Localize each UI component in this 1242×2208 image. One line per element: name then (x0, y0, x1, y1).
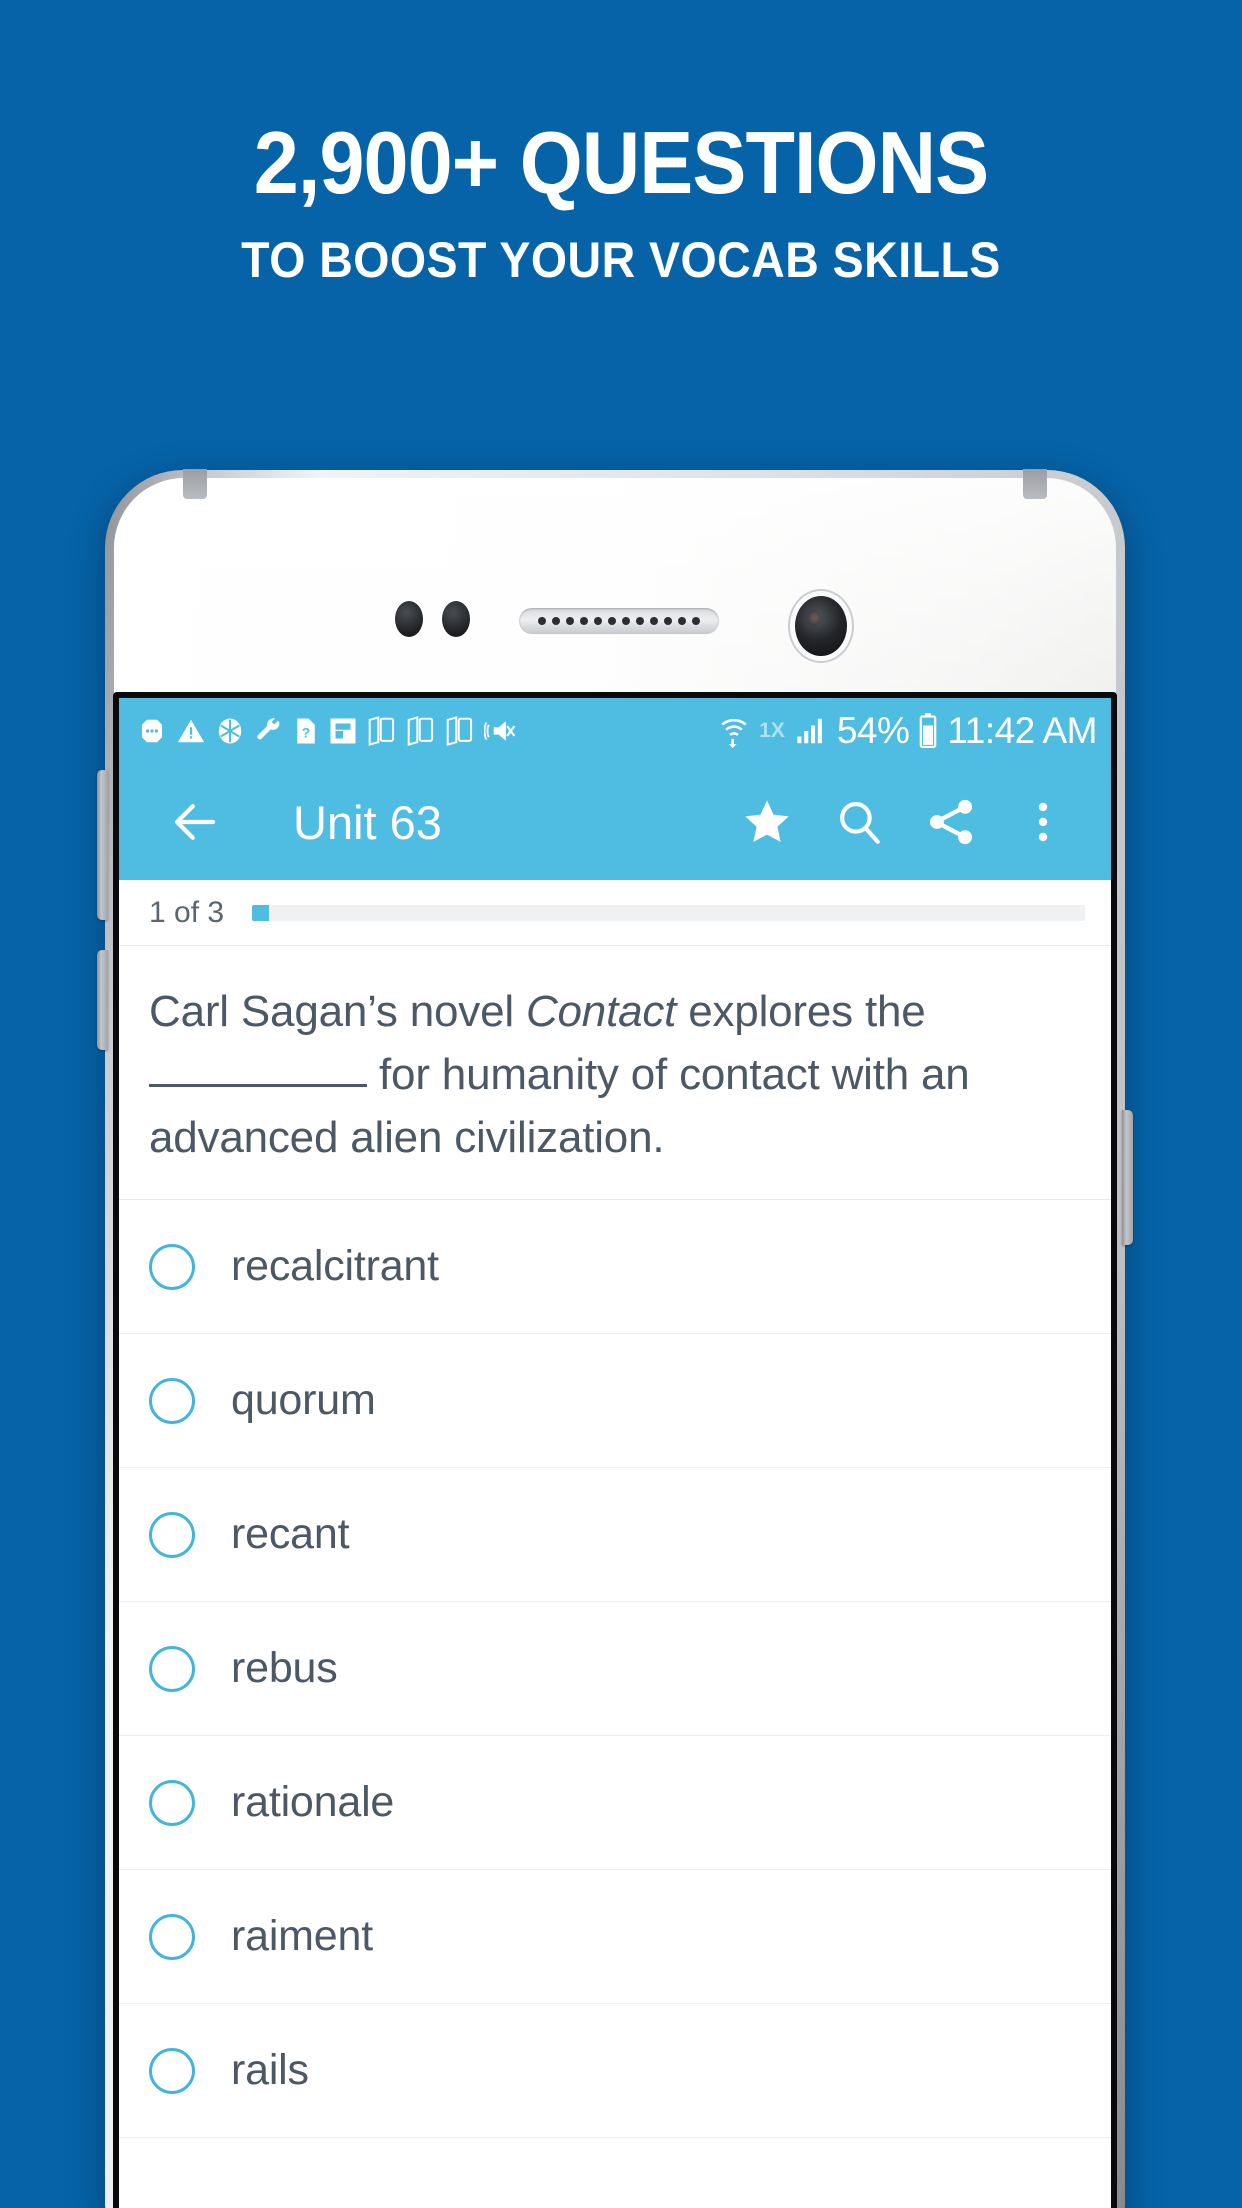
battery-percent-label: 54% (836, 710, 910, 751)
answer-option-rationale[interactable]: rationale (119, 1736, 1111, 1870)
radio-button-icon[interactable] (149, 1511, 195, 1558)
radio-button-icon[interactable] (149, 1377, 195, 1424)
progress-bar-fill (252, 904, 269, 921)
answer-option-label: rationale (231, 1778, 395, 1826)
front-camera-icon (795, 596, 847, 656)
status-bar: ? 1X 54% 11:42 AM (119, 698, 1111, 764)
answer-option-label: quorum (231, 1376, 376, 1424)
clock-label: 11:42 AM (947, 710, 1097, 751)
volume-down-button[interactable] (97, 950, 108, 1050)
cellular-signal-icon (797, 718, 822, 744)
radio-button-icon[interactable] (149, 1779, 195, 1826)
share-button[interactable] (905, 776, 997, 868)
more-vertical-icon (1038, 802, 1048, 842)
promo-banner: 2,900+ QUESTIONS TO BOOST YOUR VOCAB SKI… (0, 113, 1242, 289)
flipboard-icon (330, 718, 356, 744)
progress-bar (252, 904, 1085, 921)
progress-row: 1 of 3 (119, 880, 1111, 946)
wifi-data-icon (721, 718, 747, 748)
question-part-before: Carl Sagan’s novel (149, 987, 526, 1036)
star-icon (745, 800, 789, 842)
antenna-line-right (1023, 469, 1047, 499)
power-button[interactable] (1122, 1110, 1133, 1245)
answer-option-label: rails (231, 2046, 309, 2094)
mute-vibrate-icon (484, 721, 516, 741)
snowflake-icon (218, 718, 242, 744)
answer-option-raiment[interactable]: raiment (119, 1870, 1111, 2004)
back-button[interactable] (149, 776, 241, 868)
answer-option-label: raiment (231, 1912, 373, 1960)
question-italic-title: Contact (525, 987, 677, 1036)
sim-dots-icon (142, 719, 162, 743)
promo-subheadline: TO BOOST YOUR VOCAB SKILLS (241, 232, 1001, 288)
answer-option-label: recant (231, 1510, 350, 1558)
answer-option-recalcitrant[interactable]: recalcitrant (119, 1200, 1111, 1334)
antenna-line-left (183, 469, 207, 499)
status-bar-left-icons: ? (137, 715, 709, 747)
answer-option-quorum[interactable]: quorum (119, 1334, 1111, 1468)
warning-triangle-icon (177, 719, 205, 743)
battery-icon (920, 713, 937, 749)
screen-bezel: ? 1X 54% 11:42 AM Unit 63 1 of 3 Carl Sa… (113, 692, 1117, 2208)
status-bar-right: 1X 54% 11:42 AM (718, 710, 1097, 752)
proximity-sensor-icon (395, 601, 423, 637)
radio-button-icon[interactable] (149, 2047, 195, 2094)
favorite-star-button[interactable] (721, 776, 813, 868)
promo-headline: 2,900+ QUESTIONS (253, 113, 989, 212)
book-phone-icon-2 (407, 716, 434, 746)
answer-option-rebus[interactable]: rebus (119, 1602, 1111, 1736)
search-button[interactable] (813, 776, 905, 868)
search-icon (840, 802, 880, 844)
earpiece-speaker-icon (519, 608, 719, 634)
phone-screen: ? 1X 54% 11:42 AM Unit 63 1 of 3 Carl Sa… (119, 698, 1111, 2208)
answer-option-label: recalcitrant (231, 1242, 439, 1290)
wrench-icon (257, 718, 280, 740)
question-part-middle: explores the (676, 987, 926, 1036)
phone-mockup: ? 1X 54% 11:42 AM Unit 63 1 of 3 Carl Sa… (97, 469, 1133, 2208)
app-toolbar: Unit 63 (119, 764, 1111, 880)
radio-button-icon[interactable] (149, 1243, 195, 1290)
volume-up-button[interactable] (97, 770, 108, 920)
progress-label: 1 of 3 (149, 895, 225, 929)
answer-option-rails[interactable]: rails (119, 2004, 1111, 2138)
radio-button-icon[interactable] (149, 1913, 195, 1960)
page-title: Unit 63 (293, 795, 442, 849)
answer-option-label: rebus (231, 1644, 338, 1692)
radio-button-icon[interactable] (149, 1645, 195, 1692)
book-phone-icon-3 (446, 716, 473, 746)
question-text: Carl Sagan’s novel Contact explores the … (119, 946, 1111, 1200)
unknown-document-icon: ? (297, 718, 315, 744)
back-arrow-icon (174, 804, 216, 840)
answer-option-recant[interactable]: recant (119, 1468, 1111, 1602)
question-blank (149, 1084, 367, 1087)
book-phone-icon-1 (368, 716, 395, 746)
share-icon (929, 799, 973, 845)
light-sensor-icon (442, 601, 470, 637)
overflow-menu-button[interactable] (997, 776, 1089, 868)
svg-text:?: ? (302, 725, 310, 740)
question-part-after: for humanity of contact with an advanced… (149, 1050, 970, 1162)
network-type-label: 1X (759, 719, 785, 742)
